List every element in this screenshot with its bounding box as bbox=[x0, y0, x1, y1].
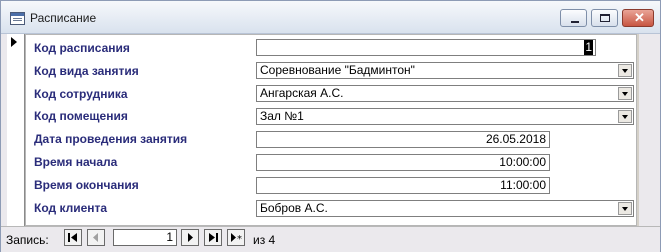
record-label: Запись: bbox=[6, 233, 49, 247]
employee-value: Ангарская А.С. bbox=[260, 86, 344, 100]
title-bar[interactable]: Расписание ✕ bbox=[1, 1, 660, 34]
session-date-value: 26.05.2018 bbox=[485, 132, 546, 146]
new-record-icon: * bbox=[231, 233, 242, 243]
close-icon: ✕ bbox=[634, 10, 645, 25]
label-employee: Код сотрудника bbox=[34, 87, 128, 101]
maximize-icon bbox=[600, 14, 610, 22]
current-record-arrow-icon bbox=[11, 37, 17, 47]
session-date-field[interactable]: 26.05.2018 bbox=[256, 131, 550, 148]
record-selector[interactable] bbox=[7, 34, 25, 226]
svg-text:*: * bbox=[237, 234, 242, 243]
employee-dropdown-icon[interactable] bbox=[618, 87, 632, 100]
end-time-value: 11:00:00 bbox=[500, 178, 546, 192]
activity-type-dropdown-icon[interactable] bbox=[618, 64, 632, 77]
window-title: Расписание bbox=[30, 11, 97, 25]
previous-record-icon bbox=[93, 233, 98, 242]
last-record-button[interactable] bbox=[204, 229, 222, 246]
activity-type-value: Соревнование "Бадминтон" bbox=[260, 63, 415, 77]
first-record-icon bbox=[68, 233, 77, 242]
room-dropdown-icon[interactable] bbox=[618, 110, 632, 123]
form-right-border bbox=[637, 34, 639, 226]
first-record-button[interactable] bbox=[64, 229, 82, 246]
room-value: Зал №1 bbox=[260, 109, 304, 123]
client-dropdown-icon[interactable] bbox=[618, 202, 632, 215]
record-navigation-bar: Запись: 1 * из 4 bbox=[1, 226, 660, 252]
minimize-button[interactable] bbox=[560, 9, 587, 27]
start-time-field[interactable]: 10:00:00 bbox=[256, 154, 550, 171]
client-combo[interactable]: Бобров А.С. bbox=[256, 200, 634, 217]
label-schedule-id: Код расписания bbox=[34, 41, 130, 55]
record-count: из 4 bbox=[253, 233, 276, 247]
previous-record-button[interactable] bbox=[87, 229, 105, 246]
employee-combo[interactable]: Ангарская А.С. bbox=[256, 85, 634, 102]
minimize-icon bbox=[571, 21, 579, 23]
last-record-icon bbox=[209, 233, 218, 242]
room-combo[interactable]: Зал №1 bbox=[256, 108, 634, 125]
new-record-button[interactable]: * bbox=[227, 229, 245, 246]
close-button[interactable]: ✕ bbox=[622, 9, 654, 27]
next-record-icon bbox=[188, 233, 193, 242]
schedule-id-field[interactable]: 1 bbox=[256, 39, 596, 56]
label-session-date: Дата проведения занятия bbox=[34, 132, 188, 146]
client-value: Бобров А.С. bbox=[260, 201, 328, 215]
maximize-button[interactable] bbox=[591, 9, 618, 27]
current-record-input[interactable]: 1 bbox=[113, 229, 177, 246]
label-activity-type: Код вида занятия bbox=[34, 64, 139, 78]
label-room: Код помещения bbox=[34, 109, 128, 123]
start-time-value: 10:00:00 bbox=[499, 155, 546, 169]
schedule-id-value: 1 bbox=[584, 40, 593, 55]
label-client: Код клиента bbox=[34, 201, 108, 215]
form-window: Расписание ✕ Код расписания 1 Код вида з… bbox=[0, 0, 661, 252]
activity-type-combo[interactable]: Соревнование "Бадминтон" bbox=[256, 62, 634, 79]
label-end-time: Время окончания bbox=[34, 178, 139, 192]
label-start-time: Время начала bbox=[34, 155, 118, 169]
next-record-button[interactable] bbox=[181, 229, 199, 246]
form-icon bbox=[10, 12, 25, 25]
end-time-field[interactable]: 11:00:00 bbox=[256, 177, 550, 194]
